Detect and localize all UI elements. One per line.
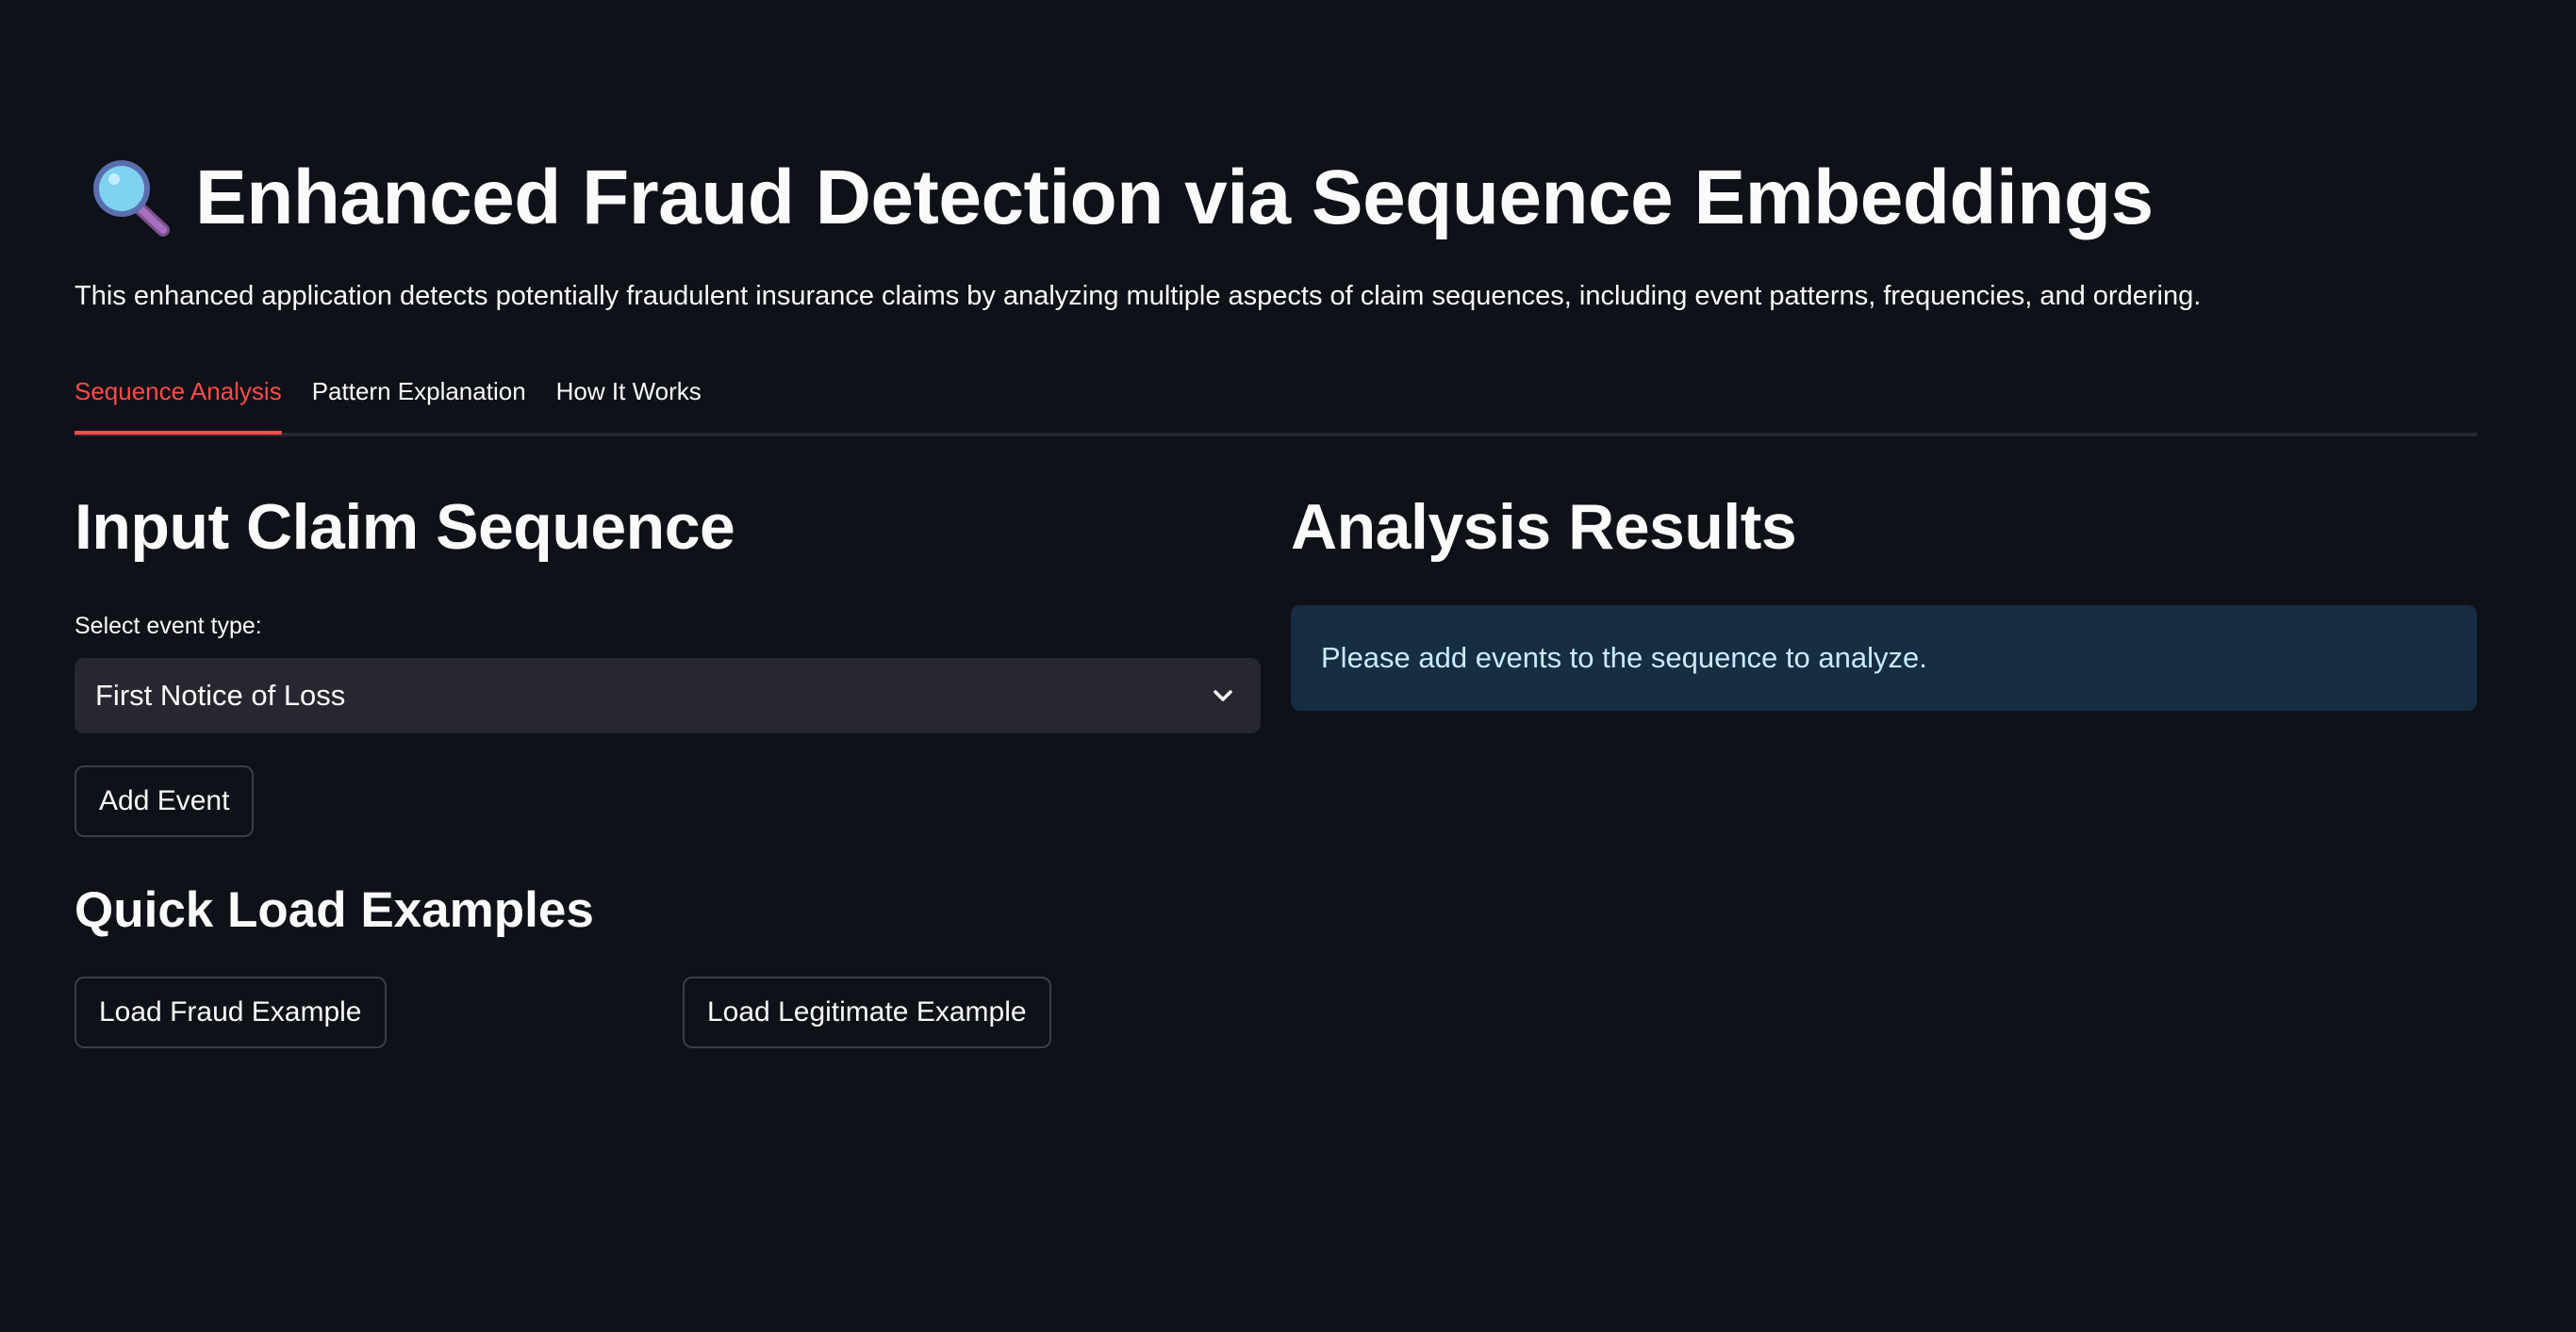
page-header: Enhanced Fraud Detection via Sequence Em… — [86, 141, 2154, 255]
results-column: Analysis Results Please add events to th… — [1291, 490, 2477, 711]
load-legitimate-example-button[interactable]: Load Legitimate Example — [683, 977, 1051, 1048]
event-type-selected-value: First Notice of Loss — [95, 679, 346, 712]
results-heading: Analysis Results — [1291, 491, 1797, 563]
magnifying-glass-icon — [93, 160, 170, 237]
input-heading: Input Claim Sequence — [74, 491, 735, 563]
page-title: Enhanced Fraud Detection via Sequence Em… — [195, 155, 2154, 240]
info-message: Please add events to the sequence to ana… — [1321, 641, 1927, 674]
quick-load-heading: Quick Load Examples — [74, 882, 594, 938]
info-alert: Please add events to the sequence to ana… — [1291, 605, 2477, 711]
page-description: This enhanced application detects potent… — [74, 281, 2202, 311]
tab-pattern-explanation[interactable]: Pattern Explanation — [312, 364, 526, 431]
app-page: Enhanced Fraud Detection via Sequence Em… — [0, 0, 2576, 1332]
load-fraud-example-button[interactable]: Load Fraud Example — [74, 977, 387, 1048]
tab-bar: Sequence Analysis Pattern Explanation Ho… — [74, 364, 2477, 436]
chevron-down-icon — [1214, 690, 1232, 701]
input-column: Input Claim Sequence Select event type: … — [74, 490, 1261, 1048]
tab-how-it-works[interactable]: How It Works — [556, 364, 702, 431]
tab-sequence-analysis[interactable]: Sequence Analysis — [74, 364, 282, 435]
event-type-select[interactable]: First Notice of Loss — [74, 658, 1261, 733]
event-type-label: Select event type: — [74, 613, 262, 639]
add-event-button[interactable]: Add Event — [74, 765, 255, 837]
